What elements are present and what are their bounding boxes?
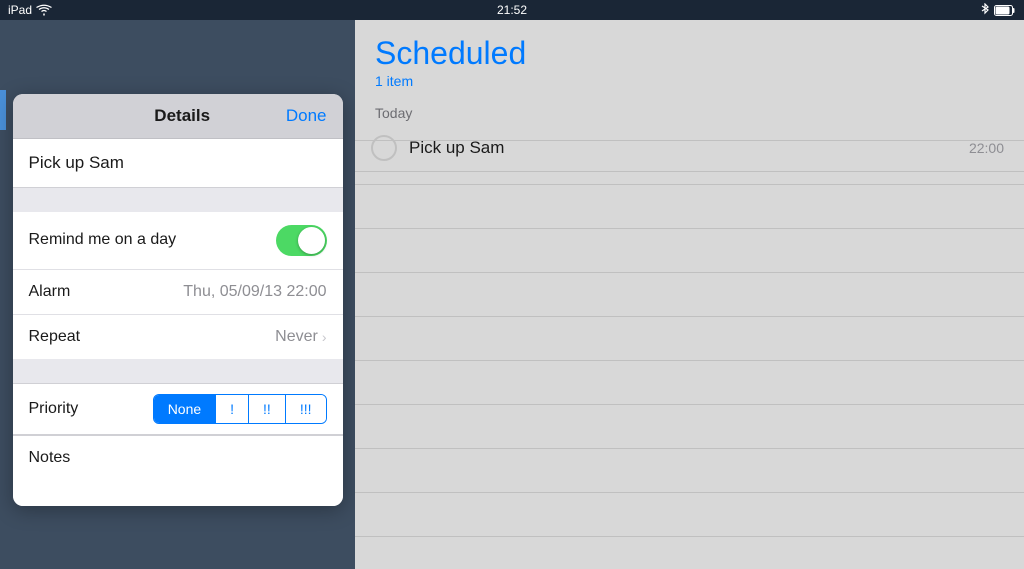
task-checkbox[interactable] bbox=[371, 135, 397, 161]
list-count: 1 item bbox=[375, 73, 1004, 89]
task-name: Pick up Sam bbox=[409, 138, 969, 158]
notes-label: Notes bbox=[29, 449, 71, 466]
remind-row: Remind me on a day bbox=[13, 212, 343, 270]
chevron-icon: › bbox=[322, 329, 327, 345]
bluetooth-icon bbox=[980, 3, 990, 17]
done-button[interactable]: Done bbox=[286, 106, 327, 126]
left-panel: Details Done Remind me on a day Alarm T bbox=[0, 20, 355, 569]
right-panel: Scheduled 1 item Today Pick up Sam 22:00 bbox=[355, 20, 1024, 569]
repeat-value: Never › bbox=[275, 328, 326, 346]
priority-section: Priority None ! !! !!! bbox=[13, 383, 343, 435]
scheduled-bar bbox=[0, 90, 6, 130]
status-bar: iPad 21:52 bbox=[0, 0, 1024, 20]
task-time: 22:00 bbox=[969, 140, 1004, 156]
section-gap-1 bbox=[13, 188, 343, 212]
modal-header: Details Done bbox=[13, 94, 343, 139]
remind-label: Remind me on a day bbox=[29, 231, 177, 249]
repeat-label: Repeat bbox=[29, 328, 81, 346]
list-content: Today Pick up Sam 22:00 bbox=[355, 97, 1024, 569]
battery-icon bbox=[994, 5, 1016, 16]
remind-toggle[interactable] bbox=[276, 225, 327, 256]
carrier-label: iPad bbox=[8, 3, 32, 17]
priority-none-button[interactable]: None bbox=[154, 395, 216, 423]
section-gap-2 bbox=[13, 359, 343, 383]
wifi-icon bbox=[36, 4, 52, 16]
priority-low-button[interactable]: ! bbox=[216, 395, 249, 423]
task-name-input[interactable] bbox=[13, 139, 343, 187]
details-modal: Details Done Remind me on a day Alarm T bbox=[13, 94, 343, 506]
reminder-section: Remind me on a day Alarm Thu, 05/09/13 2… bbox=[13, 212, 343, 359]
list-title: Scheduled bbox=[375, 36, 1004, 71]
list-header: Scheduled 1 item bbox=[355, 20, 1024, 97]
today-section: Today Pick up Sam 22:00 bbox=[355, 97, 1024, 172]
background-list bbox=[0, 20, 355, 40]
status-left: iPad bbox=[8, 3, 52, 17]
task-name-section bbox=[13, 139, 343, 188]
priority-high-button[interactable]: !!! bbox=[286, 395, 326, 423]
toggle-knob bbox=[298, 227, 325, 254]
priority-row: Priority None ! !! !!! bbox=[13, 384, 343, 434]
priority-medium-button[interactable]: !! bbox=[249, 395, 286, 423]
notes-row[interactable]: Notes bbox=[13, 436, 343, 506]
modal-title: Details bbox=[79, 106, 286, 126]
notes-section: Notes bbox=[13, 435, 343, 506]
task-row[interactable]: Pick up Sam 22:00 bbox=[355, 125, 1024, 172]
alarm-label: Alarm bbox=[29, 283, 71, 301]
status-time: 21:52 bbox=[497, 3, 527, 17]
main-content: Details Done Remind me on a day Alarm T bbox=[0, 20, 1024, 569]
alarm-row[interactable]: Alarm Thu, 05/09/13 22:00 bbox=[13, 270, 343, 315]
alarm-value: Thu, 05/09/13 22:00 bbox=[183, 283, 326, 301]
priority-button-group: None ! !! !!! bbox=[153, 394, 327, 424]
repeat-row[interactable]: Repeat Never › bbox=[13, 315, 343, 359]
today-label: Today bbox=[355, 97, 1024, 125]
priority-label: Priority bbox=[29, 400, 79, 418]
status-right bbox=[980, 3, 1016, 17]
